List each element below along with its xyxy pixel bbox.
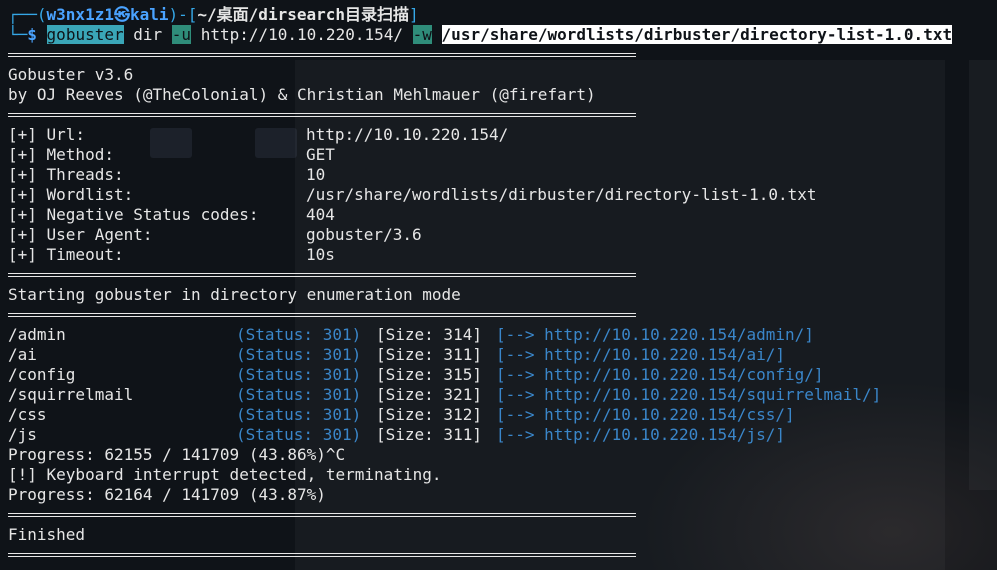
start-message: Starting gobuster in directory enumerati… (8, 285, 461, 304)
result-row: /css (Status: 301) [Size: 312] [--> http://… (8, 405, 795, 425)
interrupt-message: [!] Keyboard interrupt detected, termina… (8, 465, 442, 484)
progress-line: Progress: 62155 / 141709 (43.86%)^C (8, 445, 346, 464)
config-row: [+] Url: http://10.10.220.154/ (8, 125, 509, 144)
result-row: /config (Status: 301) [Size: 315] [--> http… (8, 365, 824, 385)
divider (8, 273, 636, 277)
result-row: /js (Status: 301) [Size: 311] [--> http://1… (8, 425, 785, 445)
progress-line: Progress: 62164 / 141709 (43.87%) (8, 485, 326, 504)
command-name: gobuster (46, 25, 124, 44)
command-wordlist: /usr/share/wordlists/dirbuster/directory… (441, 25, 953, 44)
banner-version: Gobuster v3.6 (8, 65, 134, 84)
redirect-link[interactable]: [--> http://10.10.220.154/js/] (496, 425, 785, 445)
redirect-link[interactable]: [--> http://10.10.220.154/admin/] (496, 325, 814, 345)
flag-u: -u (171, 25, 192, 44)
config-row: [+] Timeout: 10s (8, 245, 335, 264)
command-line[interactable]: └─$ gobuster dir -u http://10.10.220.154… (8, 25, 953, 45)
result-row: /ai (Status: 301) [Size: 311] [--> http://1… (8, 345, 785, 365)
redirect-link[interactable]: [--> http://10.10.220.154/config/] (496, 365, 824, 385)
flag-w: -w (412, 25, 432, 44)
divider (8, 113, 636, 117)
config-row: [+] Wordlist:/usr/share/wordlists/dirbus… (8, 185, 817, 204)
finished-message: Finished (8, 525, 86, 544)
command-url: http://10.10.220.154/ (200, 25, 403, 44)
redirect-link[interactable]: [--> http://10.10.220.154/ai/] (496, 345, 785, 365)
config-row: [+] Method: GET (8, 145, 335, 164)
divider (8, 313, 636, 317)
config-row: [+] Threads: 10 (8, 165, 326, 184)
result-row: /admin (Status: 301) [Size: 314] [--> http:… (8, 325, 814, 345)
prompt-user-host: w3nx1z1㉿kali (46, 5, 169, 24)
config-row: [+] Negative Status codes: 404 (8, 205, 335, 224)
result-row: /squirrelmail (Status: 301) [Size: 321] [--… (8, 385, 882, 405)
prompt-cwd: ~/桌面/dirsearch目录扫描 (197, 5, 410, 24)
prompt-symbol: $ (27, 25, 37, 44)
prompt-header: ┌──(w3nx1z1㉿kali)-[~/桌面/dirsearch目录扫描] (8, 5, 419, 24)
banner-authors: by OJ Reeves (@TheColonial) & Christian … (8, 85, 596, 104)
redirect-link[interactable]: [--> http://10.10.220.154/css/] (496, 405, 795, 425)
divider (8, 53, 636, 57)
divider (8, 553, 636, 557)
command-subcommand: dir (133, 25, 163, 44)
redirect-link[interactable]: [--> http://10.10.220.154/squirrelmail/] (496, 385, 881, 405)
config-row: [+] User Agent: gobuster/3.6 (8, 225, 422, 244)
divider (8, 513, 636, 517)
